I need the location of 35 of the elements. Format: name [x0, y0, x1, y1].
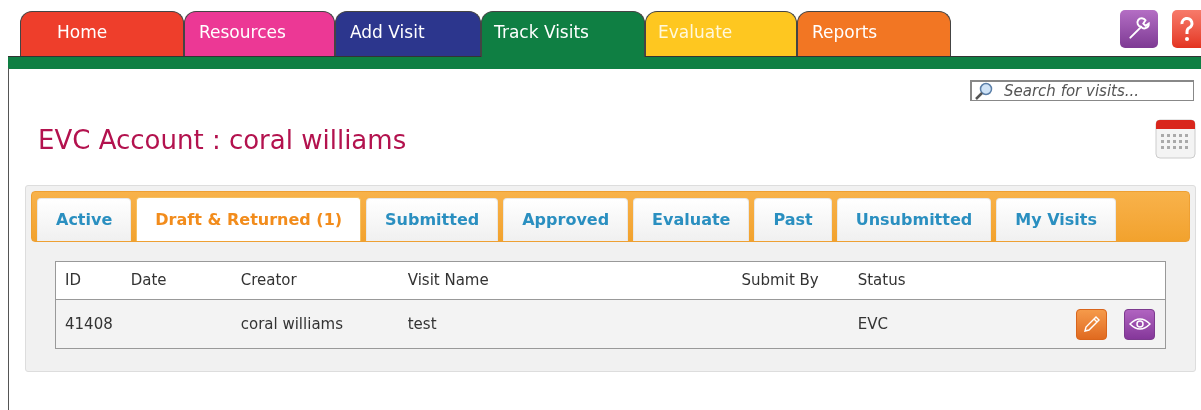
view-button[interactable]	[1124, 308, 1155, 340]
visit-tab[interactable]: Draft & Returned (1)	[136, 197, 362, 241]
table-cell: 41408	[65, 314, 113, 333]
visit-tab[interactable]: Past	[754, 198, 832, 241]
nav-tab[interactable]: Track Visits	[481, 11, 645, 57]
visit-tab[interactable]: Approved	[503, 198, 629, 241]
nav-tab[interactable]: Add Visit	[335, 11, 481, 56]
settings-button[interactable]	[1120, 10, 1158, 48]
search-field[interactable]: Search for visits...	[970, 80, 1194, 101]
column-header: ID	[55, 261, 122, 300]
wrench-icon	[1126, 16, 1152, 42]
nav-tab[interactable]: Reports	[797, 11, 951, 56]
visit-tab[interactable]: Submitted	[366, 198, 499, 241]
visit-tab[interactable]: Evaluate	[633, 198, 750, 241]
table-cell: test	[407, 314, 437, 333]
calendar-icon[interactable]	[1155, 119, 1196, 159]
column-header: Submit By	[698, 261, 849, 300]
table-cell: EVC	[857, 314, 888, 333]
visit-tab[interactable]: Unsubmitted	[836, 198, 992, 241]
pencil-icon	[1081, 314, 1102, 334]
column-header: Creator	[231, 261, 399, 300]
nav-tab[interactable]: Home	[20, 11, 184, 56]
column-header: Status	[848, 261, 983, 300]
question-mark-icon	[1179, 16, 1195, 42]
column-header: Date	[121, 261, 232, 300]
page-title: EVC Account : coral williams	[38, 124, 407, 157]
visit-tab[interactable]: Active	[37, 198, 132, 241]
table-cell: coral williams	[240, 314, 343, 333]
help-button[interactable]	[1172, 10, 1201, 48]
column-header: Visit Name	[398, 261, 699, 300]
eye-icon	[1128, 317, 1151, 331]
nav-tab[interactable]: Resources	[184, 11, 335, 56]
edit-button[interactable]	[1076, 308, 1107, 340]
visit-tab[interactable]: My Visits	[996, 198, 1116, 241]
search-icon	[974, 82, 994, 100]
